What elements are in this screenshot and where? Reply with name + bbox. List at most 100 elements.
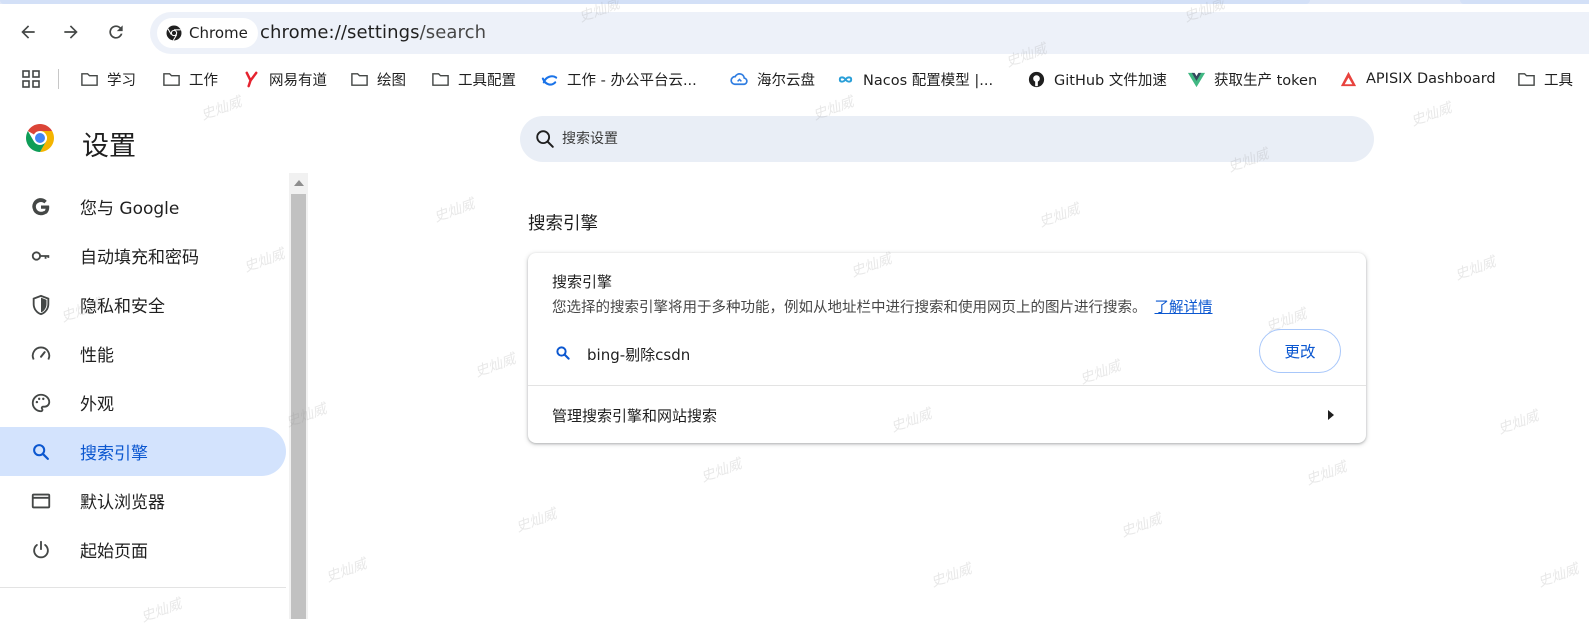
manage-label: 管理搜索引擎和网站搜索 (552, 407, 718, 425)
sidenav-item-appearance[interactable]: 外观 (0, 378, 286, 427)
watermark: 史灿威 (431, 196, 477, 226)
arrow-right-icon (64, 25, 78, 39)
bookmark-label: 网易有道 (269, 72, 327, 89)
sidenav-item-performance[interactable]: 性能 (0, 329, 286, 378)
forward-button[interactable] (55, 14, 87, 50)
card-description: 您选择的搜索引擎将用于多种功能，例如从地址栏中进行搜索和使用网页上的图片进行搜索… (552, 296, 1213, 317)
bookmarks-separator (58, 69, 59, 89)
bookmark-label: 工具 (1544, 72, 1573, 89)
watermark: 史灿威 (928, 561, 974, 591)
cloud-office-icon (541, 74, 558, 86)
power-icon (33, 540, 49, 558)
sidenav-item-you-and-google[interactable]: 您与 Google (0, 182, 286, 231)
folder-icon (81, 72, 98, 86)
chrome-logo-icon (26, 124, 54, 152)
chrome-icon (166, 25, 182, 41)
bookmark-get-token[interactable]: 获取生产 token (1187, 66, 1317, 92)
watermark: 史灿威 (1452, 254, 1498, 284)
sidenav-label: 性能 (80, 346, 114, 366)
bookmark-label: 工作 - 办公平台云... (567, 72, 697, 89)
bookmark-label: 海尔云盘 (757, 72, 815, 89)
sidenav-label: 您与 Google (80, 199, 180, 219)
bookmark-nacos[interactable]: Nacos 配置模型 |... (836, 66, 993, 92)
watermark: 史灿威 (698, 456, 744, 486)
back-button[interactable] (12, 14, 44, 50)
bookmark-folder-tools-config[interactable]: 工具配置 (431, 66, 516, 92)
sidenav-item-privacy[interactable]: 隐私和安全 (0, 280, 286, 329)
description-text: 您选择的搜索引擎将用于多种功能，例如从地址栏中进行搜索和使用网页上的图片进行搜索… (552, 300, 1147, 316)
watermark: 史灿威 (472, 351, 518, 381)
sidenav-label: 起始页面 (80, 542, 148, 562)
watermark: 史灿威 (323, 556, 369, 586)
current-engine-row: bing-剔除csdn 更改 (528, 327, 1366, 383)
settings-search-input[interactable] (562, 126, 1342, 152)
sidenav-item-default-browser[interactable]: 默认浏览器 (0, 476, 286, 525)
watermark: 史灿威 (1303, 459, 1349, 489)
reload-icon (109, 25, 123, 39)
bookmark-folder-study[interactable]: 学习 (80, 66, 136, 92)
bookmark-folder-drawing[interactable]: 绘图 (350, 66, 406, 92)
bookmark-folder-tools[interactable]: 工具 (1517, 66, 1573, 92)
sidenav-label: 隐私和安全 (80, 297, 165, 317)
bookmark-label: 获取生产 token (1214, 72, 1318, 89)
bookmark-label: 学习 (107, 72, 136, 89)
bookmark-label: 绘图 (377, 72, 406, 89)
watermark: 史灿威 (1495, 408, 1541, 438)
apisix-icon (1340, 71, 1357, 86)
browser-window-icon (31, 493, 51, 508)
card-title: 搜索引擎 (552, 273, 613, 291)
current-engine-name: bing-剔除csdn (587, 346, 691, 364)
chip-label: Chrome (189, 24, 248, 42)
bookmark-folder-work[interactable]: 工作 (162, 66, 218, 92)
sidenav-item-search-engine[interactable]: 搜索引擎 (0, 427, 286, 476)
url-text[interactable]: chrome://settings/search (260, 22, 486, 43)
bookmark-apisix[interactable]: APISIX Dashboard (1339, 66, 1496, 92)
bookmark-youdao[interactable]: 网易有道 (242, 66, 327, 92)
vue-icon (1187, 72, 1206, 87)
bookmark-label: 工具配置 (458, 72, 516, 89)
address-bar[interactable]: Chrome chrome://settings/search (150, 12, 1589, 54)
search-engine-card: 搜索引擎 您选择的搜索引擎将用于多种功能，例如从地址栏中进行搜索和使用网页上的图… (528, 253, 1366, 443)
chevron-right-icon (1328, 410, 1334, 420)
settings-sidenav: 您与 Google 自动填充和密码 隐私和安全 性能 外观 搜索引擎 默认浏览器… (0, 182, 286, 574)
watermark: 史灿威 (1036, 201, 1082, 231)
sidenav-label: 外观 (80, 395, 114, 415)
folder-icon (163, 72, 180, 86)
bookmark-github[interactable]: GitHub 文件加速 (1027, 66, 1167, 92)
sidenav-scrollbar[interactable] (289, 173, 308, 619)
key-icon (31, 250, 50, 261)
sidenav-item-autofill[interactable]: 自动填充和密码 (0, 231, 286, 280)
palette-icon (31, 393, 51, 412)
shield-icon (32, 294, 50, 315)
change-engine-button[interactable]: 更改 (1259, 329, 1341, 373)
sidenav-item-on-startup[interactable]: 起始页面 (0, 525, 286, 574)
watermark: 史灿威 (1408, 100, 1454, 130)
search-icon (33, 443, 49, 460)
folder-icon (1518, 72, 1535, 86)
manage-search-engines-row[interactable]: 管理搜索引擎和网站搜索 (528, 386, 1366, 443)
sidenav-label: 自动填充和密码 (80, 248, 199, 268)
folder-icon (432, 72, 449, 86)
bookmark-label: GitHub 文件加速 (1054, 72, 1167, 89)
watermark: 史灿威 (1118, 511, 1164, 541)
scroll-up-arrow-icon[interactable] (289, 173, 308, 193)
bookmarks-bar: 学习 工作 网易有道 绘图 工具配置 工作 - 办公平台云... 海尔云盘 Na… (0, 60, 1589, 98)
bookmark-label: Nacos 配置模型 |... (863, 72, 994, 89)
search-icon (536, 130, 554, 148)
watermark: 史灿威 (1535, 561, 1581, 591)
speedometer-icon (31, 346, 51, 360)
reload-button[interactable] (100, 14, 132, 50)
bookmark-cloud-office[interactable]: 工作 - 办公平台云... (540, 66, 697, 92)
site-info-chip[interactable]: Chrome (157, 18, 258, 48)
scroll-thumb[interactable] (291, 194, 306, 619)
learn-more-link[interactable]: 了解详情 (1155, 300, 1213, 316)
apps-grid-icon[interactable] (22, 70, 40, 88)
section-title: 搜索引擎 (528, 214, 598, 234)
bookmark-haier-cloud[interactable]: 海尔云盘 (730, 66, 815, 92)
settings-search-box[interactable] (520, 116, 1374, 162)
browser-toolbar: Chrome chrome://settings/search (0, 4, 1589, 60)
url-path: /search (419, 22, 487, 43)
sidenav-divider (0, 587, 286, 588)
nacos-icon (838, 75, 853, 83)
sidenav-label: 默认浏览器 (80, 493, 165, 513)
